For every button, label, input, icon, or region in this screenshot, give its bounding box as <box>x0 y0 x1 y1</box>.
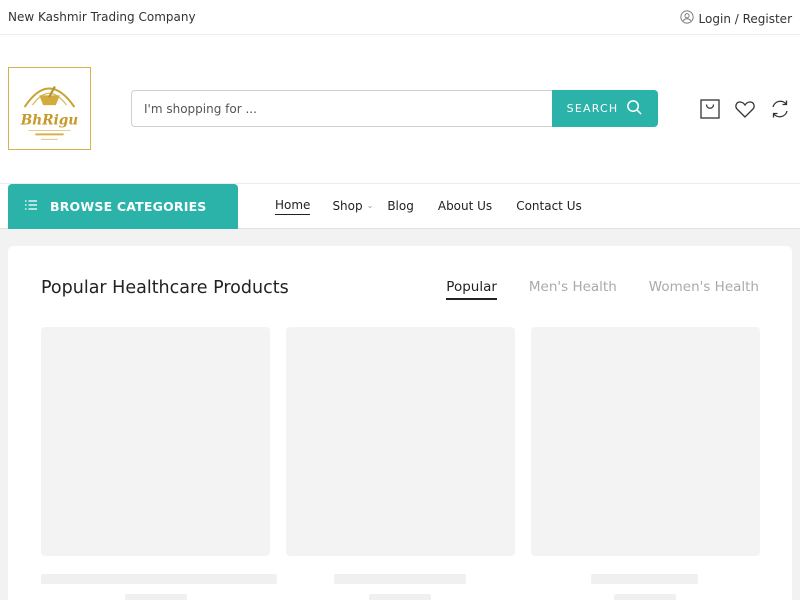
nav-item-home[interactable]: Home <box>275 198 311 215</box>
nav-item-label: Contact Us <box>516 198 582 213</box>
product-price-placeholder <box>614 594 676 600</box>
chevron-down-icon: ⌄ <box>366 201 374 210</box>
product-title-placeholder <box>41 574 277 584</box>
site-logo[interactable]: BhRigu <box>8 67 91 150</box>
heart-icon[interactable] <box>734 98 756 120</box>
top-bar: New Kashmir Trading Company Login / Regi… <box>0 0 800 35</box>
nav-item-about-us[interactable]: About Us <box>438 199 492 215</box>
search-bar: SEARCH <box>131 90 658 127</box>
section-title: Popular Healthcare Products <box>41 278 289 298</box>
nav-item-contact-us[interactable]: Contact Us <box>516 199 582 215</box>
header: BhRigu SEARCH <box>0 35 800 183</box>
nav-item-label: Blog <box>387 198 414 213</box>
search-input[interactable] <box>131 90 552 127</box>
user-icon <box>679 10 694 27</box>
nav-menu: Home Shop ⌄ Blog About Us Contact Us <box>275 184 582 229</box>
tab-mens-health[interactable]: Men's Health <box>529 279 617 300</box>
tab-womens-health[interactable]: Women's Health <box>649 279 759 300</box>
product-tabs: Popular Men's Health Women's Health <box>446 279 759 300</box>
product-title-placeholder <box>334 574 466 584</box>
product-card-placeholder[interactable] <box>286 327 515 556</box>
product-title-placeholder <box>591 574 698 584</box>
nav-item-blog[interactable]: Blog <box>387 199 414 215</box>
search-button[interactable]: SEARCH <box>552 90 658 127</box>
list-icon <box>24 198 38 215</box>
cart-icon[interactable] <box>699 98 721 120</box>
logo-text: BhRigu <box>20 113 79 129</box>
products-section: Popular Healthcare Products Popular Men'… <box>8 246 792 600</box>
search-icon <box>626 99 643 119</box>
nav-item-label: Home <box>275 198 311 212</box>
nav-item-label: Shop <box>332 198 363 213</box>
nav-item-shop[interactable]: Shop ⌄ <box>332 199 373 215</box>
search-button-label: SEARCH <box>566 102 619 115</box>
product-card-placeholder[interactable] <box>41 327 270 556</box>
nav-item-label: About Us <box>437 198 493 213</box>
tab-popular[interactable]: Popular <box>446 279 497 300</box>
login-register-label: Login / Register <box>698 11 792 26</box>
product-price-placeholder <box>125 594 187 600</box>
product-price-placeholder <box>369 594 431 600</box>
refresh-icon[interactable] <box>769 98 791 120</box>
browse-categories-button[interactable]: BROWSE CATEGORIES <box>8 184 238 229</box>
product-card-placeholder[interactable] <box>531 327 760 556</box>
browse-categories-label: BROWSE CATEGORIES <box>50 199 207 214</box>
login-register-link[interactable]: Login / Register <box>679 10 792 27</box>
company-name: New Kashmir Trading Company <box>8 10 196 24</box>
main-navbar: BROWSE CATEGORIES Home Shop ⌄ Blog About … <box>0 183 800 229</box>
